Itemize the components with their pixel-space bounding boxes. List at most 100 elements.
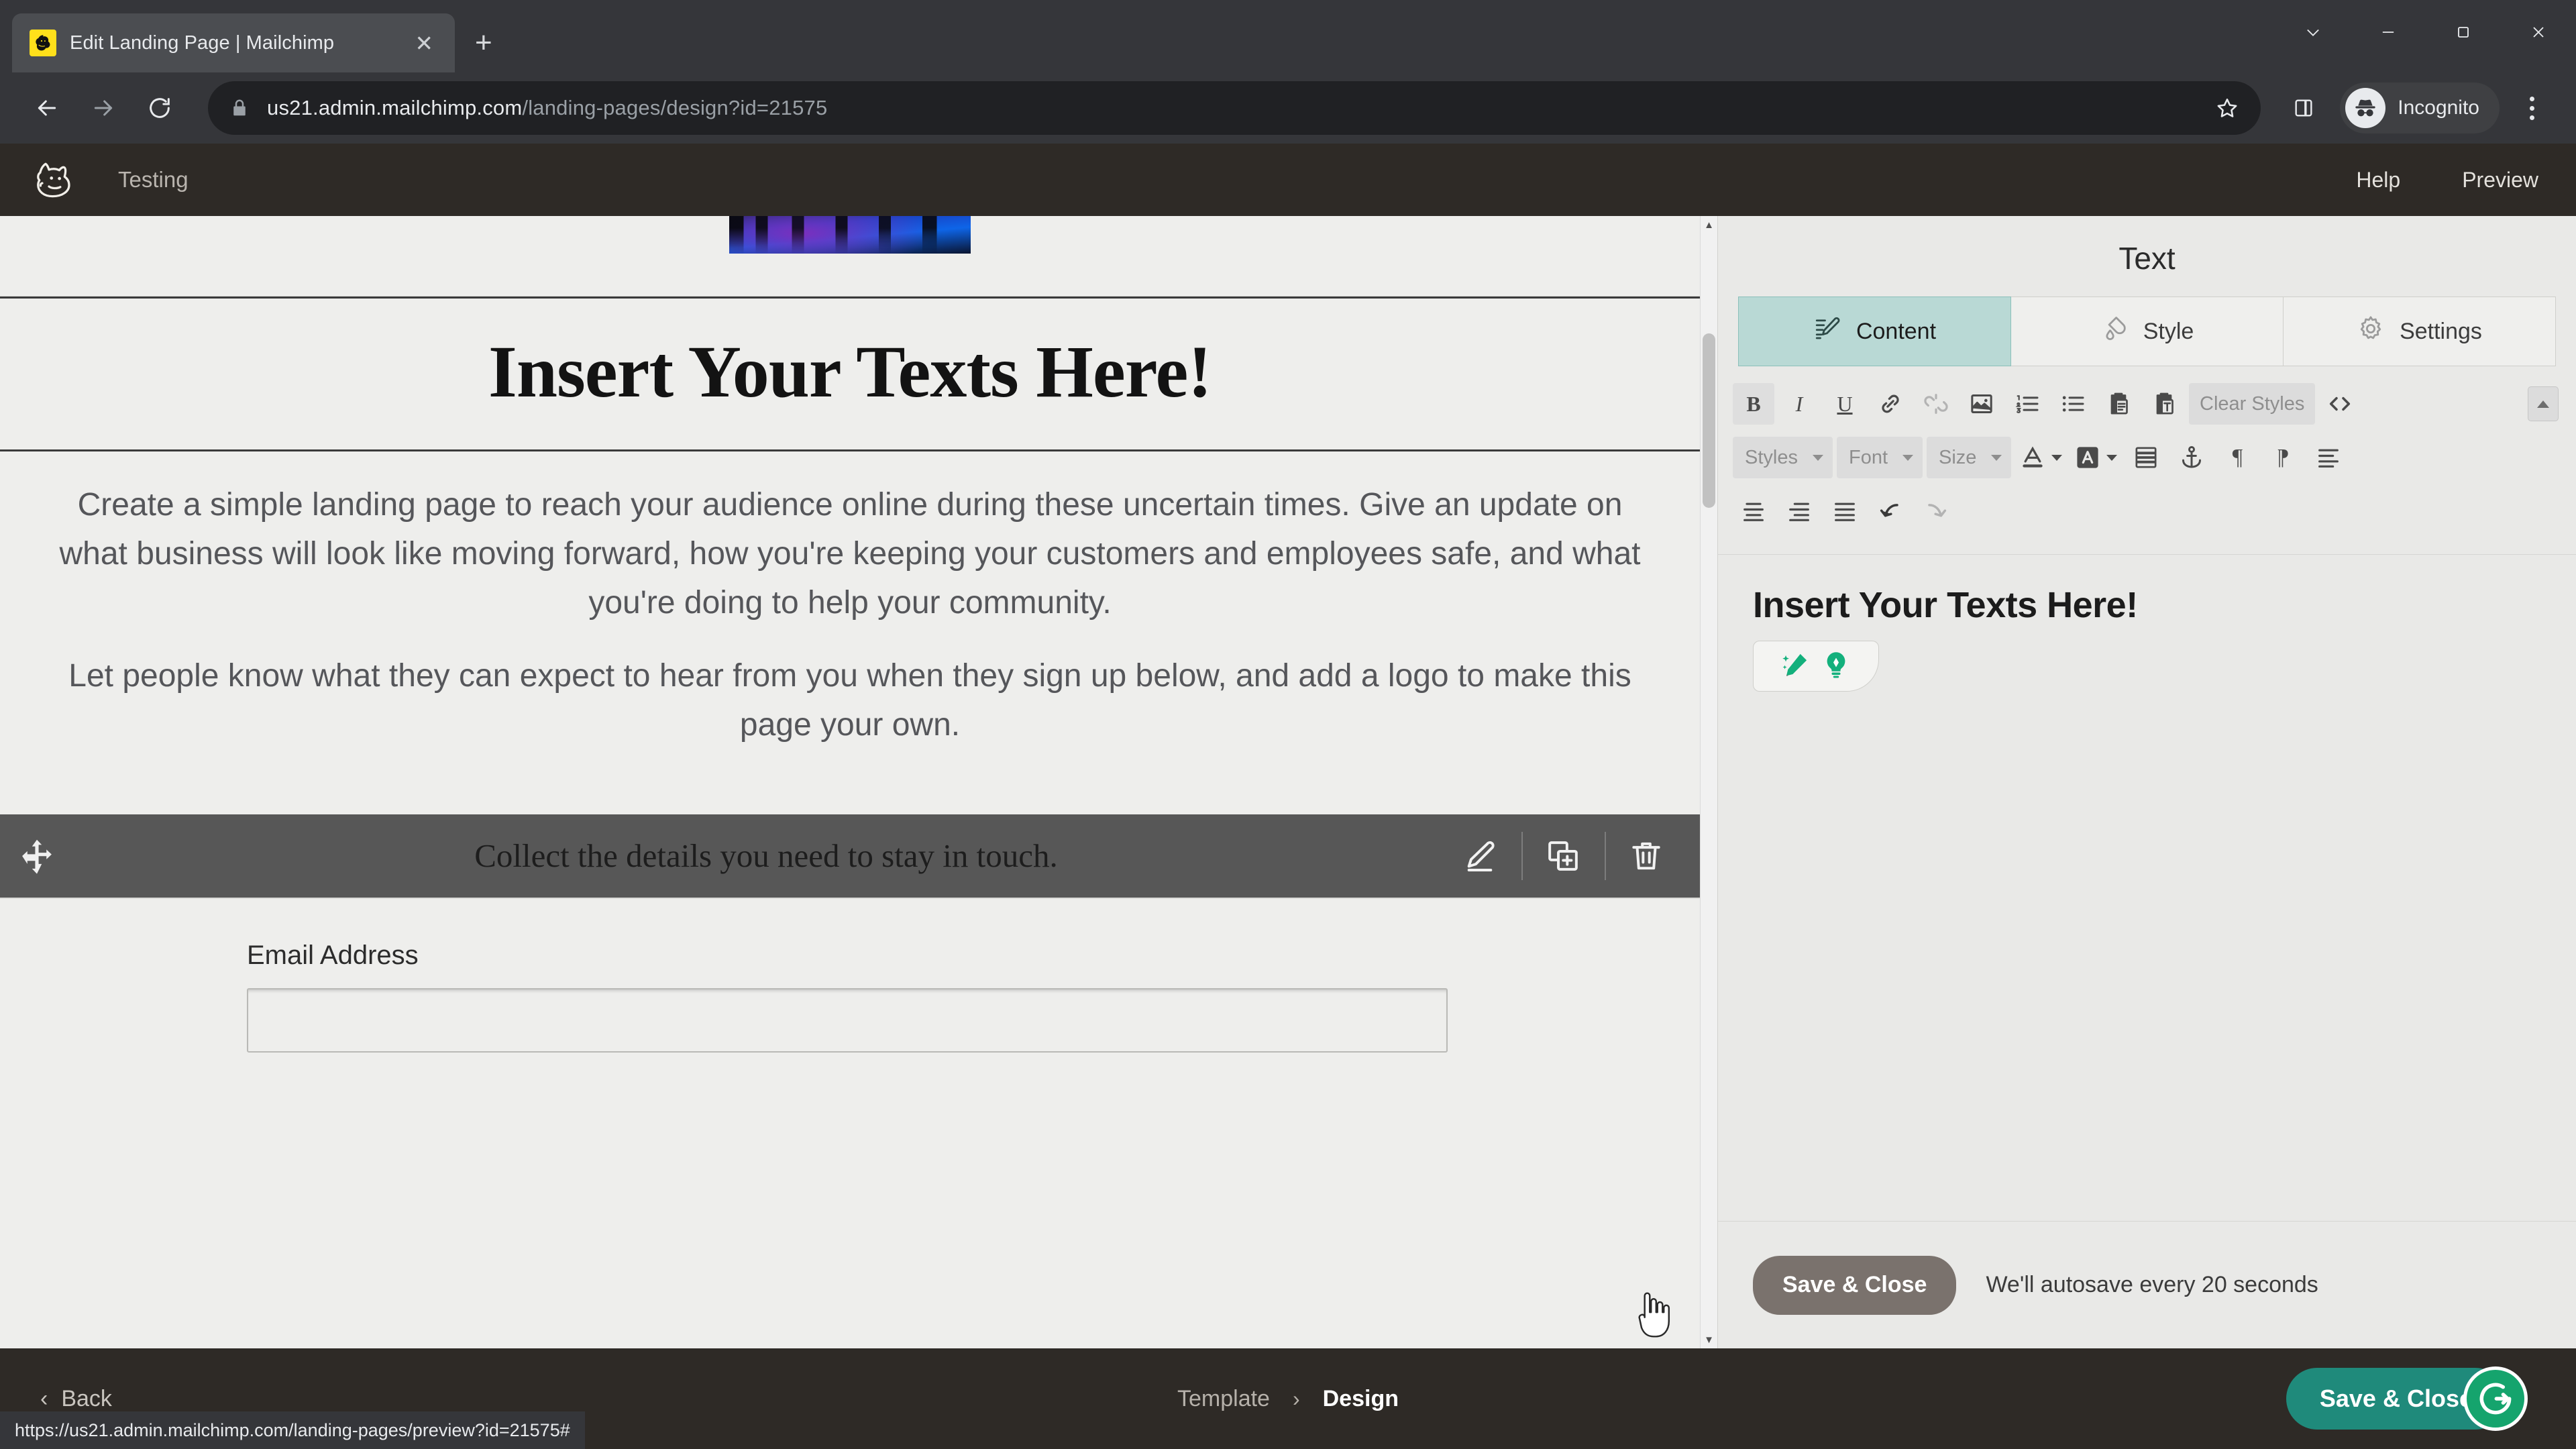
side-panel-icon[interactable]	[2278, 83, 2329, 133]
footer-save-wrap: Save & Close	[2286, 1366, 2544, 1431]
reload-icon[interactable]	[131, 80, 188, 136]
incognito-icon	[2345, 88, 2386, 128]
workspace: Insert Your Texts Here! Create a simple …	[0, 216, 2576, 1348]
scroll-up-arrow[interactable]: ▲	[1701, 216, 1717, 233]
text-color-icon[interactable]	[2015, 437, 2066, 478]
content-edit-icon	[1813, 315, 1841, 349]
back-button[interactable]: ‹ Back	[40, 1386, 112, 1412]
profile-chip[interactable]: Incognito	[2340, 83, 2500, 133]
maximize-icon[interactable]	[2426, 0, 2501, 64]
tab-content[interactable]: Content	[1738, 297, 2011, 366]
arrow-left-icon[interactable]	[19, 80, 75, 136]
window-close-icon[interactable]	[2501, 0, 2576, 64]
italic-button[interactable]: I	[1778, 383, 1820, 425]
tab-settings[interactable]: Settings	[2284, 297, 2556, 366]
image-icon[interactable]	[1961, 383, 2002, 425]
browser-tab[interactable]: Edit Landing Page | Mailchimp ✕	[12, 13, 455, 72]
size-select[interactable]: Size	[1927, 437, 2012, 478]
lightbulb-icon	[1821, 649, 1851, 684]
ai-assistant-button[interactable]	[1753, 641, 1879, 692]
paste-text-icon[interactable]	[2143, 383, 2185, 425]
close-icon[interactable]: ✕	[408, 28, 440, 58]
paste-icon[interactable]	[2098, 383, 2139, 425]
lock-icon	[229, 97, 250, 119]
body-paragraph-2: Let people know what they can expect to …	[68, 657, 1631, 743]
breadcrumb: Template › Design	[0, 1386, 2576, 1412]
url-host: us21.admin.mailchimp.com	[267, 96, 523, 119]
bold-button[interactable]: B	[1733, 383, 1774, 425]
kebab-menu-icon[interactable]	[2506, 83, 2557, 133]
collapse-toolbar-icon[interactable]	[2528, 386, 2559, 421]
duplicate-block-button[interactable]	[1521, 814, 1605, 898]
breadcrumb-template[interactable]: Template	[1177, 1386, 1270, 1412]
breadcrumb-design[interactable]: Design	[1323, 1386, 1399, 1412]
align-center-icon[interactable]	[1778, 490, 1820, 532]
minimize-icon[interactable]	[2351, 0, 2426, 64]
scrollbar-thumb[interactable]	[1703, 333, 1715, 508]
move-handle-icon[interactable]	[0, 837, 74, 875]
url-path: /landing-pages/design?id=21575	[522, 96, 828, 119]
styles-select-label: Styles	[1745, 446, 1798, 468]
underline-button[interactable]: U	[1824, 383, 1866, 425]
line-height-icon[interactable]	[2308, 437, 2349, 478]
email-field-label: Email Address	[247, 940, 419, 970]
block-actions	[1438, 814, 1688, 898]
profile-label: Incognito	[2398, 97, 2479, 119]
toolbar-row-typography: Styles Font Size ¶ ¶	[1733, 431, 2561, 484]
anchor-icon[interactable]	[2171, 437, 2212, 478]
paragraph-rtl-icon[interactable]: ¶	[2262, 437, 2304, 478]
unlink-icon[interactable]	[1915, 383, 1957, 425]
tab-content-label: Content	[1856, 318, 1937, 344]
tab-style[interactable]: Style	[2011, 297, 2284, 366]
canvas-image-block[interactable]	[0, 216, 1700, 297]
arrow-right-icon[interactable]	[75, 80, 131, 136]
star-icon[interactable]	[2215, 96, 2239, 120]
styles-select[interactable]: Styles	[1733, 437, 1833, 478]
hovered-block-overlay[interactable]: Collect the details you need to stay in …	[0, 814, 1700, 898]
delete-block-button[interactable]	[1605, 814, 1688, 898]
body-paragraph-1: Create a simple landing page to reach yo…	[59, 487, 1641, 621]
browser-window: Edit Landing Page | Mailchimp ✕ + us21.a…	[0, 0, 2576, 1449]
email-input[interactable]	[247, 987, 1448, 1053]
panel-save-close-button[interactable]: Save & Close	[1753, 1255, 1957, 1315]
app-header: Testing Help Preview	[0, 144, 2576, 216]
page-content: Testing Help Preview Insert Your Texts H…	[0, 144, 2576, 1449]
window-controls	[2275, 0, 2576, 64]
bullet-list-icon[interactable]	[2052, 383, 2094, 425]
text-editor-area[interactable]: Insert Your Texts Here!	[1718, 554, 2576, 1221]
tab-style-label: Style	[2143, 318, 2194, 344]
font-select[interactable]: Font	[1836, 437, 1923, 478]
link-icon[interactable]	[1870, 383, 1911, 425]
preview-link[interactable]: Preview	[2462, 168, 2538, 193]
clear-styles-button[interactable]: Clear Styles	[2189, 383, 2316, 425]
plus-icon[interactable]: +	[475, 28, 492, 58]
scroll-down-arrow[interactable]: ▼	[1701, 1331, 1717, 1348]
chevron-down-icon[interactable]	[2275, 0, 2351, 64]
highlight-color-icon[interactable]	[2070, 437, 2121, 478]
status-bar-link: https://us21.admin.mailchimp.com/landing…	[0, 1411, 585, 1449]
align-justify-icon[interactable]	[1824, 490, 1866, 532]
undo-icon[interactable]	[1870, 490, 1911, 532]
canvas-scrollbar[interactable]: ▲ ▼	[1700, 216, 1717, 1348]
paint-drop-icon	[2100, 315, 2129, 349]
align-left-icon[interactable]	[1733, 490, 1774, 532]
mailchimp-freddie-logo[interactable]	[27, 151, 85, 209]
canvas-heading-block[interactable]: Insert Your Texts Here!	[0, 297, 1700, 451]
editor-panel: Text Content Style Settings B I U Clear …	[1717, 216, 2576, 1348]
gear-icon	[2357, 315, 2385, 349]
address-bar[interactable]: us21.admin.mailchimp.com/landing-pages/d…	[208, 81, 2261, 135]
grammarly-icon[interactable]	[2463, 1366, 2528, 1431]
numbered-list-icon[interactable]	[2006, 383, 2048, 425]
tab-title: Edit Landing Page | Mailchimp	[70, 32, 335, 54]
paragraph-icon[interactable]: ¶	[2216, 437, 2258, 478]
toolbar-row-formatting: B I U Clear Styles	[1733, 377, 2561, 431]
code-brackets-icon[interactable]	[2319, 383, 2361, 425]
toolbar-right-controls: Incognito	[2278, 83, 2557, 133]
editor-heading-text: Insert Your Texts Here!	[1753, 585, 2138, 625]
table-icon[interactable]	[2125, 437, 2167, 478]
help-link[interactable]: Help	[2356, 168, 2400, 193]
redo-icon[interactable]	[1915, 490, 1957, 532]
edit-block-button[interactable]	[1438, 814, 1521, 898]
canvas-signup-form: Email Address	[0, 897, 1700, 1053]
canvas-text-block[interactable]: Create a simple landing page to reach yo…	[0, 451, 1700, 788]
